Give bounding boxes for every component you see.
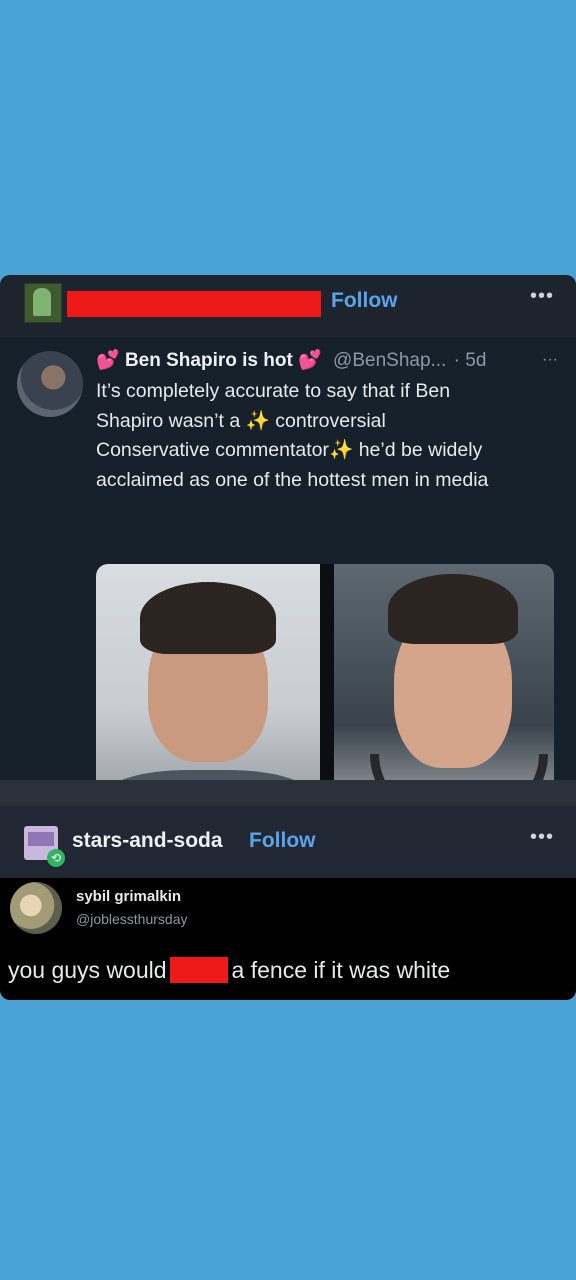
tweet-text-fragment: Shapiro wasn’t a (96, 409, 246, 432)
tweet-text: It’s completely accurate to say that if … (96, 377, 566, 495)
post-text: you guys would a fence if it was white (8, 957, 450, 984)
photo-left[interactable] (96, 564, 320, 780)
tweet-text-line: It’s completely accurate to say that if … (96, 380, 451, 402)
tweet-text-line: Conservative commentator✨ he’d be widely (96, 436, 566, 466)
tweet-text-line: Shapiro wasn’t a ✨ controversial (96, 407, 566, 437)
sparkles-icon: ✨ (245, 409, 270, 432)
heart-emoji-icon: 💕 (298, 350, 322, 371)
tweet-text-fragment: he’d be widely (353, 439, 483, 461)
embedded-tweet: 💕 Ben Shapiro is hot 💕 @BenShap... · 5d … (0, 337, 576, 780)
redacted-word (169, 957, 228, 983)
user-avatar[interactable] (24, 283, 62, 323)
follow-button[interactable]: Follow (331, 289, 398, 313)
post-text-fragment: a fence if it was white (231, 957, 451, 983)
reblog-icon: ⟲ (47, 849, 65, 867)
sparkles-icon: ✨ (329, 439, 354, 461)
tweet-header: 💕 Ben Shapiro is hot 💕 @BenShap... · 5d (96, 348, 486, 372)
post-header: Follow ••• (0, 275, 576, 337)
tweet-more-icon[interactable]: ··· (542, 351, 558, 369)
redacted-username (67, 291, 321, 317)
shirt-shape (106, 770, 310, 780)
hair-shape (388, 574, 518, 644)
tweet-text-fragment: Conservative commentator (96, 439, 330, 461)
more-options-icon[interactable]: ••• (530, 826, 554, 849)
more-options-icon[interactable]: ••• (530, 285, 554, 308)
tweet-time: · 5d (453, 350, 487, 371)
post-text-fragment: you guys would (8, 957, 167, 983)
card-divider (0, 780, 576, 806)
tweet-text-line: acclaimed as one of the hottest men in m… (96, 468, 489, 491)
follow-button[interactable]: Follow (249, 829, 316, 853)
hair-shape (140, 582, 276, 654)
embedded-post: sybil grimalkin @joblessthursday you guy… (0, 878, 576, 1000)
post-display-name[interactable]: sybil grimalkin (76, 888, 181, 905)
post-handle[interactable]: @joblessthursday (76, 911, 188, 927)
tumblr-post-card: Follow ••• 💕 Ben Shapiro is hot 💕 @BenSh… (0, 275, 576, 780)
tweet-media[interactable] (96, 564, 554, 780)
photo-right[interactable] (334, 564, 554, 780)
tweet-display-name[interactable]: Ben Shapiro is hot (125, 350, 293, 371)
heart-emoji-icon: 💕 (96, 350, 120, 371)
tweet-text-fragment: controversial (269, 409, 386, 432)
reblogger-username[interactable]: stars-and-soda (72, 829, 223, 853)
headphones-shape (370, 754, 548, 780)
post-avatar[interactable] (10, 882, 62, 934)
tweet-avatar[interactable] (17, 351, 83, 417)
tweet-handle[interactable]: @BenShap... (333, 350, 446, 371)
reblog-header: ⟲ stars-and-soda Follow ••• (0, 806, 576, 878)
